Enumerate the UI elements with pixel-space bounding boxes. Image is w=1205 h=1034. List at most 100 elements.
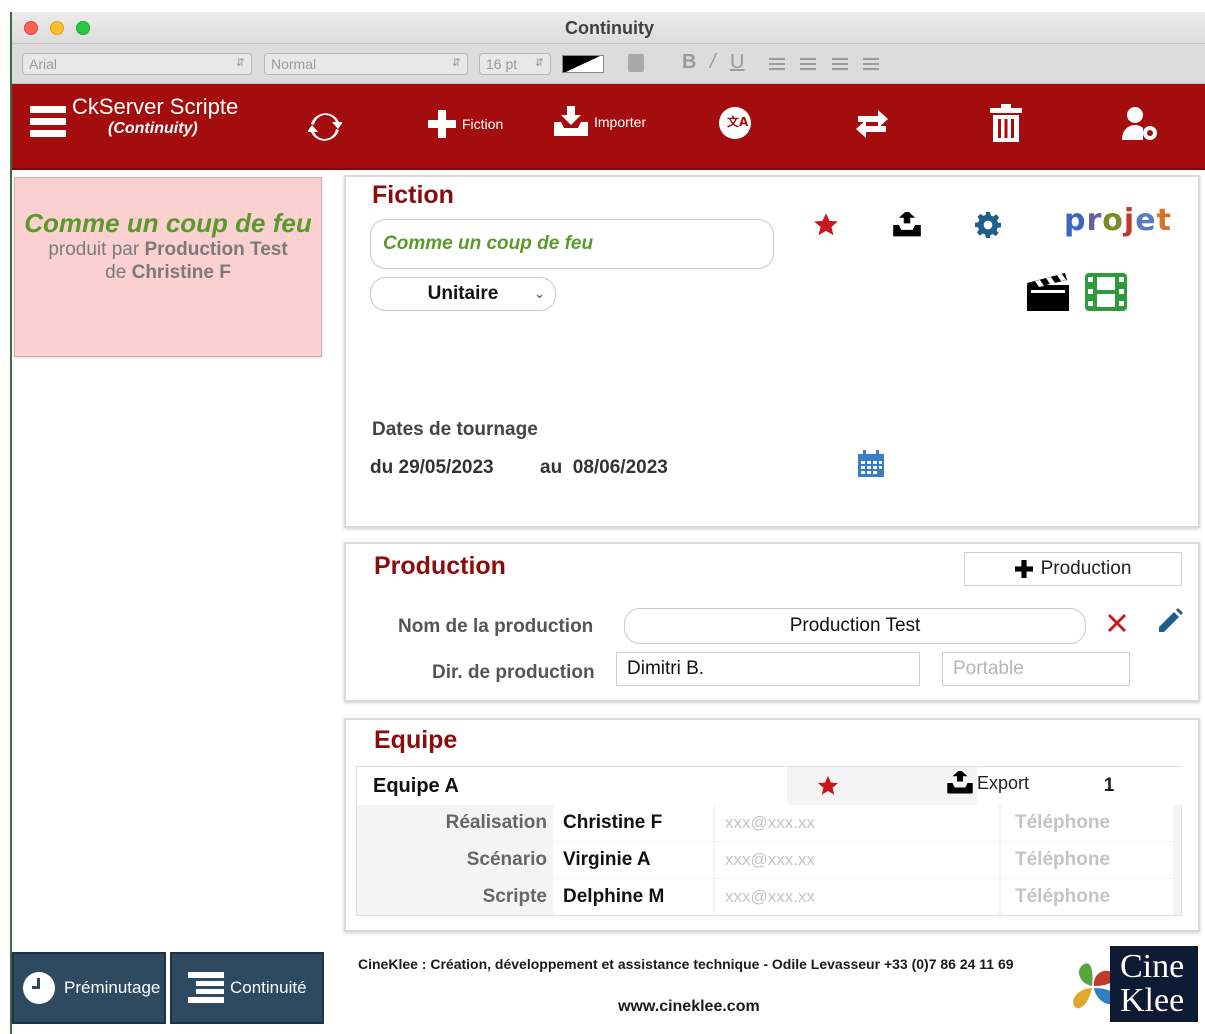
font-family-value: Arial xyxy=(29,56,58,72)
user-settings-button[interactable] xyxy=(1122,106,1160,142)
continuite-button[interactable]: Continuité xyxy=(170,952,324,1024)
select-arrows-icon: ⇵ xyxy=(451,57,461,69)
hamburger-menu-icon[interactable] xyxy=(30,106,66,142)
team-name[interactable]: Equipe A xyxy=(373,767,459,805)
user-settings-icon xyxy=(1122,107,1157,140)
member-phone[interactable]: Téléphone xyxy=(1001,805,1173,841)
fiction-heading: Fiction xyxy=(372,181,454,209)
film-strip-icon[interactable] xyxy=(1084,273,1128,311)
bold-button[interactable]: B xyxy=(682,51,696,74)
producer-name: Production Test xyxy=(144,239,288,260)
member-name[interactable]: Virginie A xyxy=(553,842,713,878)
edit-pencil-icon[interactable] xyxy=(1156,606,1184,636)
clapperboard-icon[interactable] xyxy=(1026,271,1070,311)
swap-button[interactable] xyxy=(854,106,890,142)
underline-button[interactable]: U xyxy=(730,51,744,74)
swap-arrows-icon xyxy=(856,110,888,138)
continuite-label: Continuité xyxy=(230,978,307,997)
translate-button[interactable]: 文A xyxy=(718,106,752,140)
fiction-card-title: Comme un coup de feu xyxy=(24,208,312,238)
team-member-row: Réalisation Christine Fxxx@xxx.xx Téléphon… xyxy=(357,805,1183,841)
team-table: Equipe A Export 1 Réalisation Christine F… xyxy=(356,766,1183,916)
delete-button[interactable] xyxy=(990,104,1022,142)
font-style-value: Normal xyxy=(271,56,317,72)
member-role: Scénario xyxy=(466,849,547,870)
member-role: Réalisation xyxy=(445,812,547,833)
preminutage-button[interactable]: Préminutage xyxy=(12,952,166,1024)
team-header-row: Equipe A Export 1 xyxy=(357,767,1183,805)
produced-by-prefix: produit par xyxy=(48,239,140,260)
member-phone[interactable]: Téléphone xyxy=(1001,842,1173,878)
import-button[interactable]: Importer xyxy=(554,106,646,138)
window-title: Continuity xyxy=(565,18,654,38)
remove-production-icon[interactable] xyxy=(1106,610,1128,636)
align-left-icon[interactable] xyxy=(769,58,785,70)
from-date[interactable]: 29/05/2023 xyxy=(399,457,494,478)
production-mobile-input[interactable]: Portable xyxy=(942,652,1130,686)
translate-globe-icon: 文A xyxy=(719,107,751,139)
settings-gear-icon[interactable] xyxy=(974,211,1002,239)
member-email[interactable]: xxx@xxx.xx xyxy=(715,842,999,878)
member-email[interactable]: xxx@xxx.xx xyxy=(715,879,999,915)
production-name-label: Nom de la production xyxy=(398,616,594,637)
shooting-dates-label: Dates de tournage xyxy=(372,419,538,440)
font-size-select[interactable]: 16 pt ⇵ xyxy=(479,53,551,75)
member-name[interactable]: Christine F xyxy=(553,805,713,841)
export-tray-icon[interactable] xyxy=(892,211,922,239)
add-production-button[interactable]: Production xyxy=(964,552,1182,586)
add-fiction-button[interactable]: Fiction xyxy=(428,110,503,138)
team-favorite-star-icon[interactable] xyxy=(815,773,841,799)
trash-icon xyxy=(990,104,1022,142)
to-date[interactable]: 08/06/2023 xyxy=(573,457,668,478)
team-export-button[interactable]: Export xyxy=(947,771,1029,795)
equipe-panel: Equipe Equipe A Export 1 Réalisation Chri… xyxy=(344,718,1200,932)
fiction-card-author-line: de Christine F xyxy=(15,261,321,284)
member-phone[interactable]: Téléphone xyxy=(1001,879,1173,915)
refresh-icon xyxy=(308,113,342,141)
import-button-label: Importer xyxy=(594,114,647,130)
color-swatch[interactable] xyxy=(562,55,604,73)
production-name-input[interactable]: Production Test xyxy=(624,608,1086,644)
italic-button[interactable]: / xyxy=(710,51,716,74)
fiction-card-producer-line: produit par Production Test xyxy=(15,238,321,261)
plus-icon xyxy=(1014,560,1033,578)
favorite-star-icon[interactable] xyxy=(812,211,840,239)
fiction-button-label: Fiction xyxy=(462,116,504,132)
member-email[interactable]: xxx@xxx.xx xyxy=(715,805,999,841)
production-director-input[interactable]: Dimitri B. xyxy=(616,652,920,686)
app-header: CkServer Scripte (Continuity) Fiction Im… xyxy=(12,84,1205,170)
fiction-type-select[interactable]: Unitaire ⌄ xyxy=(370,277,556,311)
author-prefix: de xyxy=(105,262,127,283)
member-role: Scripte xyxy=(482,886,547,907)
import-tray-icon xyxy=(554,106,588,136)
align-right-icon[interactable] xyxy=(832,58,848,70)
refresh-button[interactable] xyxy=(308,110,342,144)
team-member-row: Scénario Virginie Axxx@xxx.xx Téléphone xyxy=(357,842,1183,878)
add-production-label: Production xyxy=(1040,558,1132,579)
calendar-icon[interactable] xyxy=(856,449,886,479)
text-box-icon[interactable] xyxy=(628,54,644,72)
production-heading: Production xyxy=(374,552,506,580)
footer-website[interactable]: www.cineklee.com xyxy=(618,998,760,1016)
chevron-down-icon: ⌄ xyxy=(534,286,545,301)
shooting-to: au 08/06/2023 xyxy=(540,457,668,479)
member-name[interactable]: Delphine M xyxy=(553,879,713,915)
font-style-select[interactable]: Normal ⇵ xyxy=(264,53,468,75)
app-subtitle: (Continuity) xyxy=(108,120,198,137)
team-number[interactable]: 1 xyxy=(1049,767,1169,805)
list-lines-icon xyxy=(188,972,224,1003)
select-arrows-icon: ⇵ xyxy=(235,57,245,69)
font-family-select[interactable]: Arial ⇵ xyxy=(22,53,252,75)
projet-logo[interactable]: projet projet xyxy=(1064,203,1172,238)
logo-line-2: Klee xyxy=(1120,982,1185,1019)
preminutage-label: Préminutage xyxy=(64,978,161,997)
fiction-title-input[interactable]: Comme un coup de feu xyxy=(370,219,774,269)
author-name: Christine F xyxy=(131,262,231,283)
shooting-from: du 29/05/2023 xyxy=(370,457,494,479)
to-prefix: au xyxy=(540,457,563,478)
current-fiction-card[interactable]: Comme un coup de feu produit par Product… xyxy=(14,177,322,357)
align-justify-icon[interactable] xyxy=(863,58,879,70)
align-center-icon[interactable] xyxy=(800,58,816,70)
logo-line-1: Cine xyxy=(1120,948,1185,985)
svg-text:文A: 文A xyxy=(727,114,749,129)
